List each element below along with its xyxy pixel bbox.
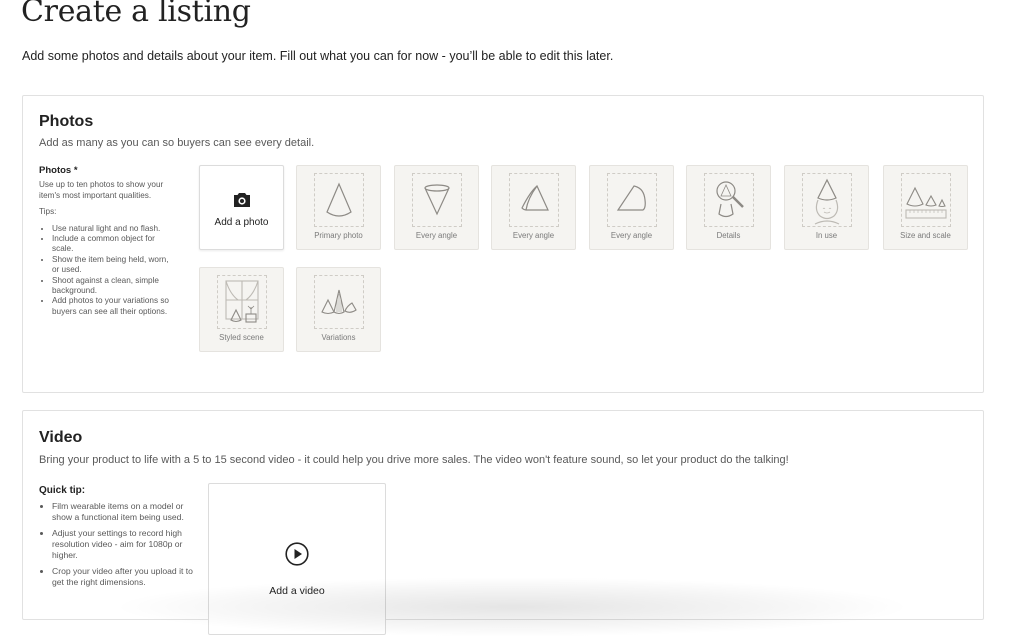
- add-photo-button[interactable]: Add a photo: [199, 165, 284, 250]
- photo-slot-label: Variations: [321, 333, 356, 342]
- slot-frame: [314, 173, 364, 227]
- photo-slot-in-use[interactable]: In use: [784, 165, 869, 250]
- tip-item: Show the item being held, worn, or used.: [52, 255, 169, 276]
- photo-slot-label: In use: [815, 231, 838, 240]
- quick-tip-label: Quick tip:: [39, 485, 86, 496]
- photo-slot-label: Details: [716, 231, 741, 240]
- photos-section: Photos Add as many as you can so buyers …: [22, 95, 984, 393]
- cone-side-icon: [521, 185, 549, 211]
- ruler-icon: [905, 186, 947, 219]
- hat-face-icon: [814, 178, 840, 225]
- photos-section-title: Photos: [39, 113, 94, 130]
- photos-guidance: Photos * Use up to ten photos to show yo…: [39, 165, 169, 318]
- cone-icon: [326, 182, 352, 217]
- photo-slot-label: Every angle: [415, 231, 458, 240]
- tips-label: Tips:: [39, 207, 57, 217]
- photo-slot-every-angle[interactable]: Every angle: [394, 165, 479, 250]
- window-scene-icon: [225, 280, 259, 323]
- tip-item: Film wearable items on a model or show a…: [52, 501, 199, 523]
- photo-slot-styled-scene[interactable]: Styled scene: [199, 267, 284, 352]
- photos-intro: Use up to ten photos to show your item's…: [39, 180, 164, 200]
- photo-slot-every-angle[interactable]: Every angle: [491, 165, 576, 250]
- photo-slot-variations[interactable]: Variations: [296, 267, 381, 352]
- cone-tilted-icon: [616, 185, 646, 211]
- tip-item: Crop your video after you upload it to g…: [52, 566, 199, 588]
- slot-frame: [704, 173, 754, 227]
- tip-item: Include a common object for scale.: [52, 234, 169, 255]
- photo-slot-details[interactable]: Details: [686, 165, 771, 250]
- photo-slot-every-angle[interactable]: Every angle: [589, 165, 674, 250]
- play-circle-icon: [285, 542, 309, 566]
- photos-field-label: Photos *: [39, 165, 78, 176]
- photo-slot-label: Size and scale: [900, 231, 951, 240]
- photo-slot-label: Styled scene: [219, 333, 264, 342]
- cone-inverted-icon: [424, 184, 450, 216]
- video-tips-list: Film wearable items on a model or show a…: [39, 501, 199, 588]
- magnifier-icon: [716, 181, 744, 218]
- tip-item: Add photos to your variations so buyers …: [52, 296, 169, 317]
- cones-variations-icon: [321, 289, 357, 315]
- photo-slot-label: Every angle: [610, 231, 653, 240]
- page-subtitle: Add some photos and details about your i…: [22, 49, 614, 63]
- photos-section-description: Add as many as you can so buyers can see…: [39, 137, 315, 149]
- photo-slot-primary[interactable]: Primary photo: [296, 165, 381, 250]
- video-section-description: Bring your product to life with a 5 to 1…: [39, 454, 789, 466]
- slot-frame: [412, 173, 462, 227]
- tip-item: Adjust your settings to record high reso…: [52, 528, 199, 561]
- add-video-button[interactable]: Add a video: [208, 483, 386, 635]
- slot-frame: [217, 275, 267, 329]
- video-guidance: Quick tip: Film wearable items on a mode…: [39, 485, 199, 593]
- slot-frame: [314, 275, 364, 329]
- video-section: Video Bring your product to life with a …: [22, 410, 984, 635]
- slot-frame: [509, 173, 559, 227]
- slot-frame: [802, 173, 852, 227]
- add-video-label: Add a video: [269, 585, 325, 597]
- camera-icon: [234, 193, 250, 207]
- add-photo-label: Add a photo: [214, 217, 269, 228]
- page-title: Create a listing: [21, 0, 251, 29]
- slot-frame: [901, 173, 951, 227]
- photo-slot-size-and-scale[interactable]: Size and scale: [883, 165, 968, 250]
- tip-item: Shoot against a clean, simple background…: [52, 276, 169, 297]
- slot-frame: [607, 173, 657, 227]
- photo-slot-label: Every angle: [512, 231, 555, 240]
- video-section-title: Video: [39, 429, 83, 446]
- tip-item: Use natural light and no flash.: [52, 224, 169, 234]
- photo-slot-label: Primary photo: [314, 231, 363, 240]
- tips-list: Use natural light and no flash. Include …: [39, 224, 169, 318]
